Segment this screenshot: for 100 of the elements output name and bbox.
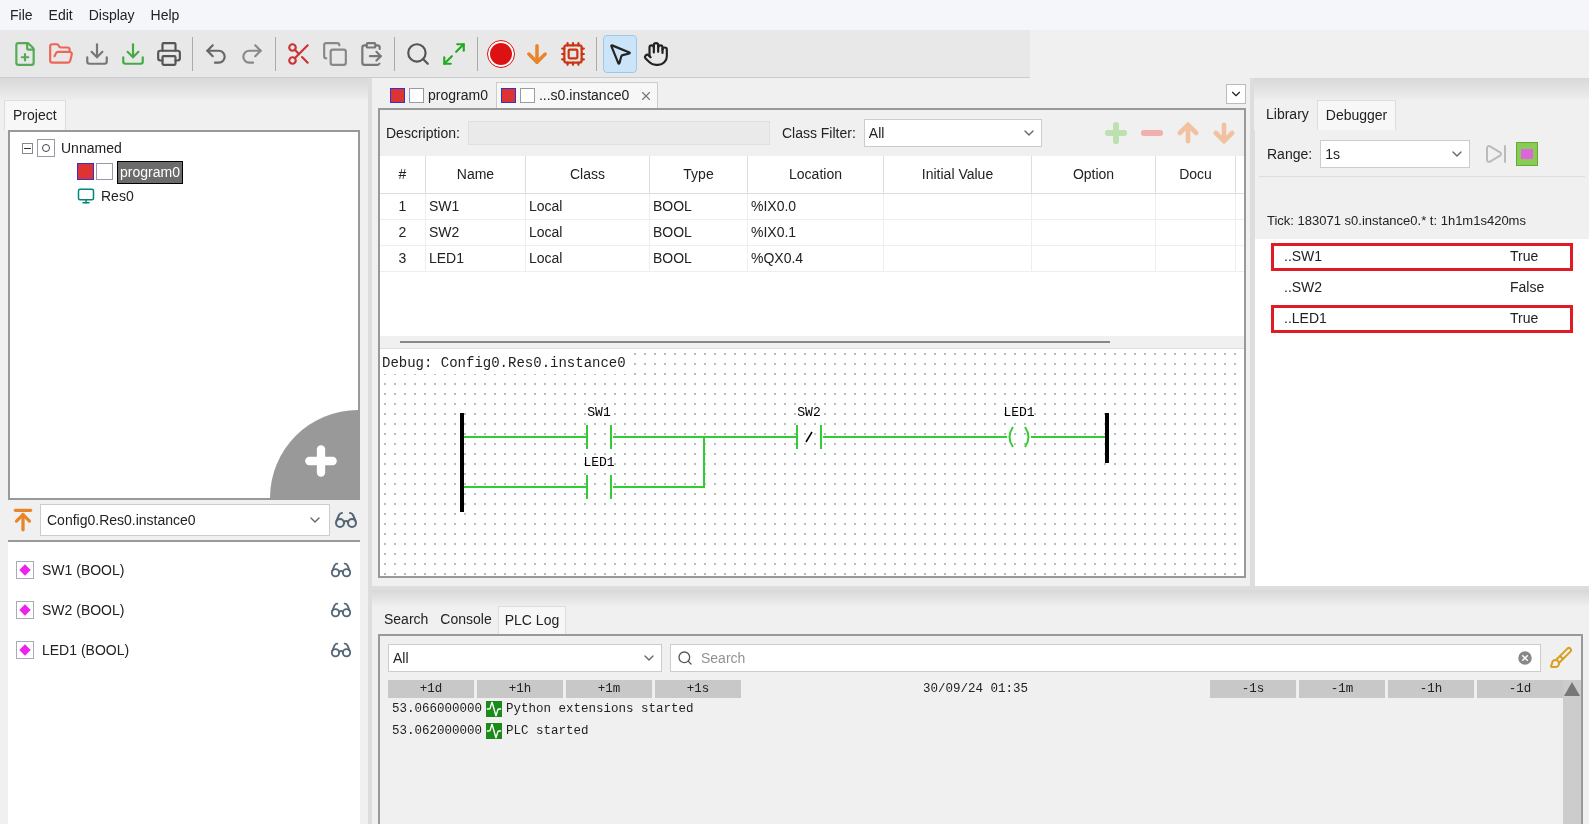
save-icon <box>84 40 110 67</box>
table-cell: BOOL <box>650 194 748 219</box>
power-rail <box>1105 413 1109 463</box>
tab-list-button[interactable] <box>1226 84 1246 104</box>
debug-title: Debug: Config0.Res0.instance0 <box>382 353 626 374</box>
new-file-icon <box>12 40 38 67</box>
variable-label: SW1 <box>587 405 611 420</box>
time-jump-button[interactable]: -1h <box>1388 680 1474 698</box>
negated-contact-symbol[interactable] <box>796 424 822 450</box>
tree-item[interactable]: Unnamed <box>59 137 124 159</box>
log-status-icon <box>486 701 502 717</box>
chip-icon <box>560 40 586 67</box>
program-icon <box>77 163 113 181</box>
variable-label[interactable]: SW1 (BOOL) <box>42 559 322 581</box>
collapse-toggle[interactable] <box>22 142 33 154</box>
table-cell: SW2 <box>426 220 526 245</box>
tick-label: Tick: 183071 s0.instance0.* t: 1h1m1s420ms <box>1266 212 1527 230</box>
table-cell: Local <box>526 246 650 271</box>
log-time: 53.062000000 <box>392 722 482 740</box>
log-message: PLC started <box>506 722 589 740</box>
fit-view-icon <box>441 40 467 67</box>
table-cell: BOOL <box>650 220 748 245</box>
log-filter-dropdown[interactable]: All <box>388 644 662 672</box>
variable-name: ..LED1 <box>1284 309 1327 328</box>
editor-tab[interactable]: ...s0.instance0 <box>495 82 659 108</box>
search-icon <box>677 650 693 666</box>
variable-label[interactable]: SW2 (BOOL) <box>42 599 322 621</box>
description-label: Description: <box>386 123 460 143</box>
export-icon[interactable] <box>1516 142 1539 166</box>
panel-tab[interactable]: Project <box>4 100 66 130</box>
resource-icon <box>77 187 95 205</box>
open-folder-icon <box>48 40 74 67</box>
log-time: 53.066000000 <box>392 700 482 718</box>
menu-item[interactable]: Display <box>82 4 141 26</box>
menu-item[interactable]: File <box>4 4 39 26</box>
debug-value-row[interactable]: ..SW2 False <box>1271 273 1573 302</box>
broom-icon[interactable] <box>1549 646 1573 670</box>
stop-icon <box>488 40 514 67</box>
variable-icon <box>16 641 34 659</box>
time-jump-button[interactable]: +1d <box>388 680 474 698</box>
time-jump-button[interactable]: -1d <box>1477 680 1563 698</box>
time-jump-button[interactable]: -1m <box>1299 680 1385 698</box>
print-icon <box>156 40 182 67</box>
table-cell: %IX0.1 <box>748 220 884 245</box>
variable-label[interactable]: LED1 (BOOL) <box>42 639 322 661</box>
panel-tab[interactable]: Console <box>434 606 498 634</box>
log-search-input[interactable]: Search <box>701 647 1508 669</box>
paste-icon <box>358 40 384 67</box>
time-jump-button[interactable]: +1s <box>655 680 741 698</box>
tree-item[interactable]: program0 <box>117 160 183 184</box>
time-jump-button[interactable]: +1h <box>477 680 563 698</box>
variable-value: True <box>1510 309 1540 328</box>
variable-icon <box>16 601 34 619</box>
log-status-icon <box>486 723 502 739</box>
contact-symbol[interactable] <box>586 424 612 450</box>
time-jump-button[interactable]: +1m <box>566 680 652 698</box>
editor-tab[interactable]: program0 <box>386 82 492 108</box>
table-cell: 1 <box>380 194 426 219</box>
contact-symbol[interactable] <box>586 474 612 500</box>
table-cell: %QX0.4 <box>748 246 884 271</box>
log-date: 30/09/24 01:35 <box>922 680 1029 698</box>
debug-value-row[interactable]: ..LED1 True <box>1271 304 1573 333</box>
instance-dropdown[interactable]: Config0.Res0.instance0 <box>40 504 330 536</box>
log-message: Python extensions started <box>506 700 694 718</box>
table-cell: Local <box>526 194 650 219</box>
variable-label: LED1 <box>1003 405 1035 420</box>
clear-icon[interactable] <box>1516 649 1534 667</box>
log-search-field[interactable]: Search <box>670 644 1541 672</box>
table-cell: LED1 <box>426 246 526 271</box>
menu-item[interactable]: Edit <box>42 4 79 26</box>
range-label: Range: <box>1267 144 1313 164</box>
pointer-tool-button[interactable] <box>603 34 637 73</box>
range-dropdown[interactable]: 1s <box>1320 140 1471 168</box>
table-cell: BOOL <box>650 246 748 271</box>
class-filter-dropdown[interactable]: All <box>863 119 1042 147</box>
hand-tool-icon <box>643 40 669 67</box>
copy-icon <box>322 40 348 67</box>
table-cell: 2 <box>380 220 426 245</box>
table-cell: SW1 <box>426 194 526 219</box>
table-cell: %IX0.0 <box>748 194 884 219</box>
variable-name: ..SW1 <box>1284 247 1323 266</box>
variable-icon <box>16 561 34 579</box>
class-filter-label: Class Filter: <box>781 123 856 143</box>
table-cell: Local <box>526 220 650 245</box>
variable-value: True <box>1510 247 1540 266</box>
save-as-icon <box>120 40 146 67</box>
time-jump-button[interactable]: -1s <box>1210 680 1296 698</box>
tree-item[interactable]: Res0 <box>99 185 136 207</box>
panel-tab[interactable]: Debugger <box>1316 100 1397 130</box>
panel-tab[interactable]: Library <box>1258 100 1317 130</box>
variable-label: LED1 <box>583 455 615 470</box>
panel-tab[interactable]: Search <box>378 606 435 634</box>
table-cell: 3 <box>380 246 426 271</box>
debug-value-row[interactable]: ..SW1 True <box>1271 242 1573 271</box>
variable-value: False <box>1510 278 1546 297</box>
coil-symbol[interactable] <box>1008 426 1030 448</box>
variable-name: ..SW2 <box>1284 278 1323 297</box>
panel-tab[interactable]: PLC Log <box>497 606 567 634</box>
menu-item[interactable]: Help <box>144 4 186 26</box>
cut-icon <box>286 40 312 67</box>
